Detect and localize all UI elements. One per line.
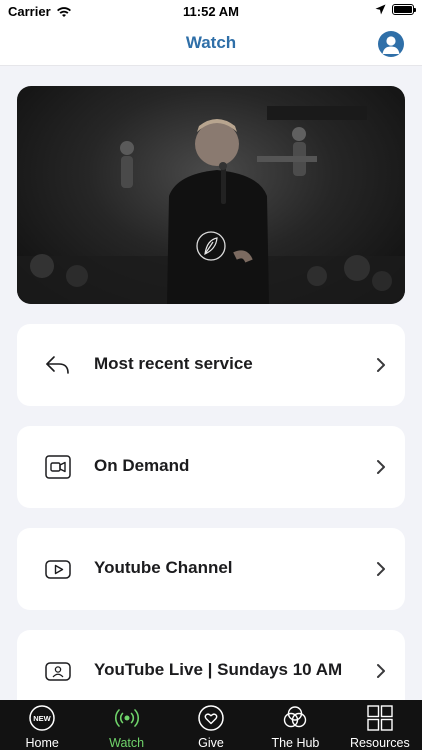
- chevron-right-icon: [377, 562, 385, 576]
- status-bar: Carrier 11:52 AM: [0, 0, 422, 22]
- tab-label: Home: [25, 736, 59, 750]
- status-bar-right: [375, 4, 416, 15]
- card-label: On Demand: [94, 456, 190, 475]
- circles-icon: [284, 706, 307, 728]
- navigation-bar: Watch: [0, 22, 422, 66]
- battery-icon: [392, 4, 416, 15]
- card-label: YouTube Live | Sundays 10 AM: [94, 660, 343, 679]
- broadcast-icon: [114, 709, 139, 727]
- tab-give[interactable]: Give: [169, 700, 253, 750]
- grid-icon: [367, 705, 393, 731]
- location-arrow-icon: [375, 4, 386, 15]
- card-label: Most recent service: [94, 354, 253, 373]
- card-label: Youtube Channel: [94, 558, 233, 577]
- svg-text:NEW: NEW: [33, 714, 51, 723]
- tab-resources[interactable]: Resources: [338, 700, 422, 750]
- tab-watch[interactable]: Watch: [84, 700, 168, 750]
- new-badge-icon: NEW: [29, 705, 55, 731]
- tab-label: Give: [198, 736, 224, 750]
- chevron-right-icon: [377, 664, 385, 678]
- tab-label: Watch: [109, 736, 145, 750]
- tab-label: Resources: [349, 736, 410, 750]
- most-recent-service-card[interactable]: Most recent service: [17, 324, 405, 406]
- tab-the-hub[interactable]: The Hub: [253, 700, 337, 750]
- chevron-right-icon: [377, 358, 385, 372]
- page-title: Watch: [185, 33, 237, 52]
- tab-home[interactable]: NEW Home: [0, 700, 84, 750]
- tab-label: The Hub: [271, 736, 320, 750]
- reply-arrow-icon: [46, 356, 69, 374]
- youtube-channel-card[interactable]: Youtube Channel: [17, 528, 405, 610]
- on-demand-card[interactable]: On Demand: [17, 426, 405, 508]
- video-camera-icon: [45, 455, 71, 479]
- featured-video-banner[interactable]: [17, 86, 405, 304]
- tab-bar: NEW Home Watch Give The Hub Resources: [0, 700, 422, 750]
- clock: 11:52 AM: [183, 4, 239, 19]
- chevron-right-icon: [377, 460, 385, 474]
- profile-button[interactable]: [378, 31, 404, 57]
- contact-card-icon: [45, 662, 71, 681]
- heart-icon: [198, 705, 224, 731]
- hero-image: [17, 106, 405, 304]
- play-button-icon: [45, 560, 71, 579]
- person-icon: [382, 36, 400, 54]
- youtube-live-card[interactable]: YouTube Live | Sundays 10 AM: [17, 630, 405, 700]
